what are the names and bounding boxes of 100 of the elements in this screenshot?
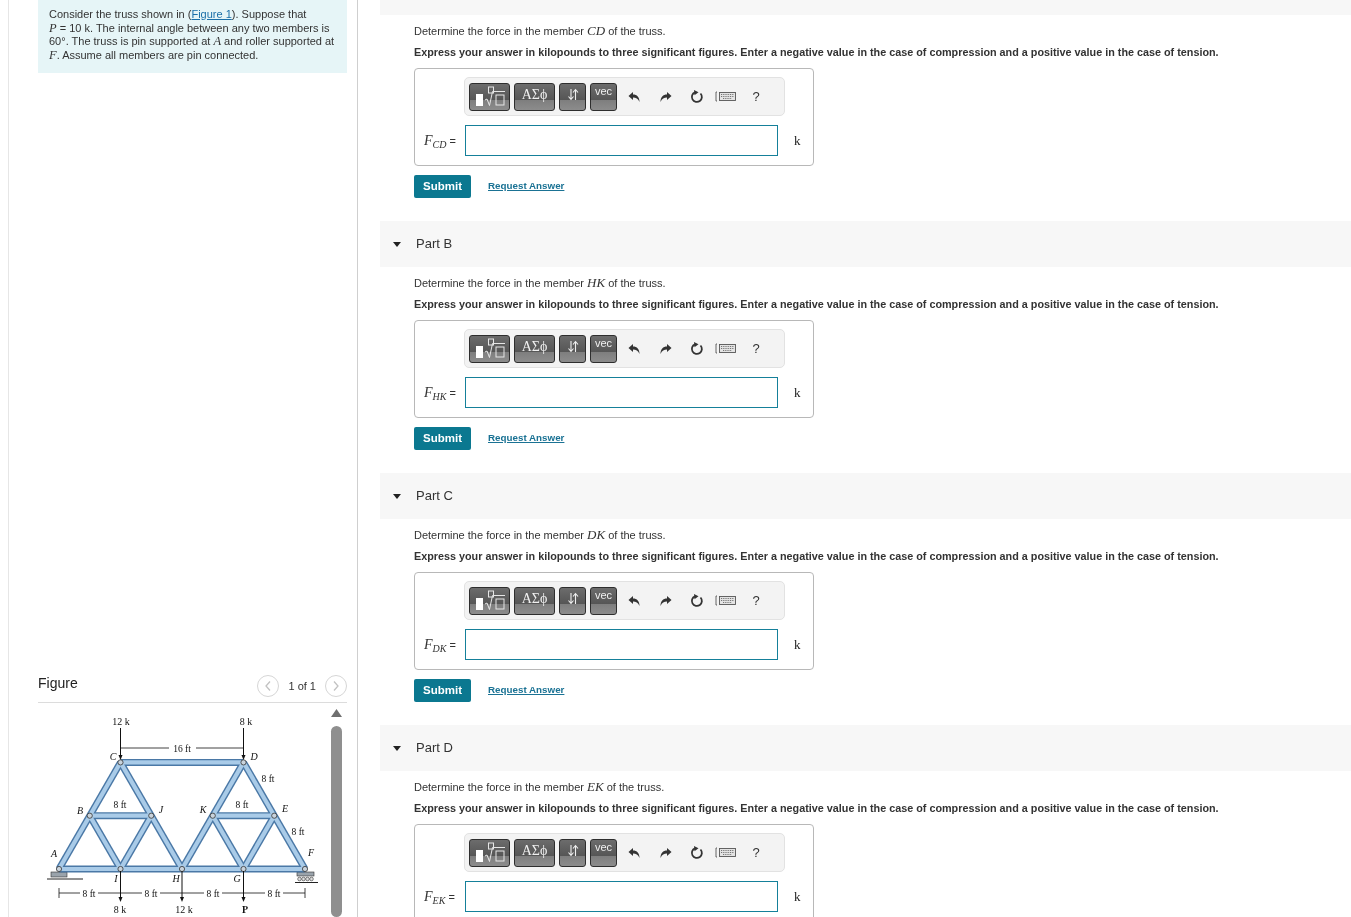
templates-button[interactable] bbox=[469, 82, 510, 111]
symbols-button[interactable]: ΑΣϕ bbox=[514, 838, 555, 867]
arrows-button[interactable] bbox=[559, 82, 586, 111]
symbols-button[interactable]: ΑΣϕ bbox=[514, 334, 555, 363]
keyboard-icon[interactable] bbox=[715, 91, 737, 102]
answer-input[interactable] bbox=[465, 881, 778, 912]
help-button[interactable]: ? bbox=[740, 338, 772, 359]
answer-input[interactable] bbox=[465, 629, 778, 660]
up-down-arrows-icon bbox=[566, 843, 579, 857]
vector-button[interactable]: vec bbox=[590, 586, 617, 615]
dimension-label: 8 ft bbox=[261, 774, 275, 784]
caret-down-icon[interactable] bbox=[393, 745, 401, 751]
part-header[interactable]: Part B bbox=[380, 221, 1351, 267]
symbols-button[interactable]: ΑΣϕ bbox=[514, 586, 555, 615]
joint-label: A bbox=[50, 848, 58, 859]
dimension-label: 8 ft bbox=[113, 800, 127, 810]
caret-down-icon[interactable] bbox=[393, 493, 401, 499]
unit-label: k bbox=[794, 635, 801, 654]
undo-icon[interactable] bbox=[627, 594, 640, 607]
answer-label: F$_{DK}$ = bbox=[423, 636, 457, 655]
request-answer-link[interactable]: Request Answer bbox=[488, 179, 565, 194]
symbols-button[interactable]: ΑΣϕ bbox=[514, 82, 555, 111]
unit-label: k bbox=[794, 131, 801, 150]
dimension-label: 8 ft bbox=[144, 888, 158, 899]
joint-label: K bbox=[199, 804, 207, 815]
redo-icon[interactable] bbox=[659, 342, 672, 355]
dimension-label: 8 ft bbox=[291, 827, 305, 837]
load-label: 8 k bbox=[239, 716, 253, 727]
unit-label: k bbox=[794, 383, 801, 402]
figure-link[interactable]: Figure 1 bbox=[191, 8, 232, 20]
load-label: 12 k bbox=[112, 716, 130, 727]
templates-button[interactable] bbox=[469, 334, 510, 363]
answer-label: F$_{EK}$ = bbox=[423, 888, 456, 907]
arrows-button[interactable] bbox=[559, 334, 586, 363]
part-header[interactable]: Part D bbox=[380, 725, 1351, 771]
reset-icon[interactable] bbox=[689, 89, 704, 104]
help-button[interactable]: ? bbox=[740, 590, 772, 611]
part-title: Part B bbox=[416, 235, 453, 254]
part-title: Part D bbox=[416, 739, 453, 758]
arrows-button[interactable] bbox=[559, 586, 586, 615]
undo-icon[interactable] bbox=[627, 90, 640, 103]
redo-icon[interactable] bbox=[659, 594, 672, 607]
answer-input[interactable] bbox=[465, 125, 778, 156]
answer-label: F$_{CD}$ = bbox=[423, 132, 457, 151]
load-label: P bbox=[241, 904, 249, 915]
joint-label: C bbox=[109, 751, 117, 762]
question-text: Determine the force in the member EK of the truss. bbox=[414, 779, 666, 795]
instructions-text: Express your answer in kilopounds to three significant figures. Enter a negative value in the case of compression and a positive value in the case of tension. bbox=[414, 297, 1220, 312]
vector-button[interactable]: vec bbox=[590, 334, 617, 363]
load-label: 8 k bbox=[113, 904, 127, 915]
redo-icon[interactable] bbox=[659, 90, 672, 103]
up-down-arrows-icon bbox=[566, 339, 579, 353]
answer-input[interactable] bbox=[465, 377, 778, 408]
templates-button[interactable] bbox=[469, 586, 510, 615]
templates-button[interactable] bbox=[469, 838, 510, 867]
reset-icon[interactable] bbox=[689, 593, 704, 608]
part-header[interactable]: Part C bbox=[380, 473, 1351, 519]
load-label: 12 k bbox=[175, 904, 193, 915]
help-button[interactable]: ? bbox=[740, 842, 772, 863]
fraction-root-icon bbox=[473, 589, 506, 612]
question-text: Determine the force in the member HK of the truss. bbox=[414, 275, 667, 291]
figure-title: Figure bbox=[38, 675, 78, 691]
instructions-text: Express your answer in kilopounds to three significant figures. Enter a negative value in the case of compression and a positive value in the case of tension. bbox=[414, 45, 1220, 60]
dimension-label: 8 ft bbox=[82, 888, 96, 899]
unit-label: k bbox=[794, 887, 801, 906]
redo-icon[interactable] bbox=[659, 846, 672, 859]
problem-statement: Consider the truss shown in (Figure 1). Suppose that P = 10 k. The internal angle between any two members is 60°. The truss is pin supported at A and roller supported at F. Assume all members are pin connected. bbox=[49, 8, 336, 62]
scrollbar-thumb[interactable] bbox=[330, 726, 342, 917]
submit-button[interactable]: Submit bbox=[414, 427, 471, 450]
reset-icon[interactable] bbox=[689, 341, 704, 356]
question-text: Determine the force in the member CD of the truss. bbox=[414, 23, 667, 39]
joint-label: F bbox=[307, 847, 315, 858]
part-title: Part C bbox=[416, 487, 453, 506]
joint-label: H bbox=[172, 873, 180, 884]
scroll-up-icon[interactable] bbox=[330, 709, 342, 717]
up-down-arrows-icon bbox=[566, 591, 579, 605]
dimension-label: 8 ft bbox=[267, 888, 281, 899]
submit-button[interactable]: Submit bbox=[414, 175, 471, 198]
keyboard-icon[interactable] bbox=[715, 847, 737, 858]
joint-label: I bbox=[114, 873, 118, 884]
vector-button[interactable]: vec bbox=[590, 838, 617, 867]
submit-button[interactable]: Submit bbox=[414, 679, 471, 702]
help-button[interactable]: ? bbox=[740, 86, 772, 107]
caret-down-icon[interactable] bbox=[393, 241, 401, 247]
page-counter: 1 of 1 bbox=[288, 678, 316, 694]
request-answer-link[interactable]: Request Answer bbox=[488, 431, 565, 446]
fraction-root-icon bbox=[473, 841, 506, 864]
arrows-button[interactable] bbox=[559, 838, 586, 867]
joint-label: J bbox=[158, 804, 164, 815]
fraction-root-icon bbox=[473, 337, 506, 360]
joint-label: B bbox=[76, 805, 84, 816]
joint-label: G bbox=[233, 873, 241, 884]
dimension-label: 8 ft bbox=[206, 888, 220, 899]
undo-icon[interactable] bbox=[627, 342, 640, 355]
reset-icon[interactable] bbox=[689, 845, 704, 860]
request-answer-link[interactable]: Request Answer bbox=[488, 683, 565, 698]
undo-icon[interactable] bbox=[627, 846, 640, 859]
keyboard-icon[interactable] bbox=[715, 343, 737, 354]
keyboard-icon[interactable] bbox=[715, 595, 737, 606]
vector-button[interactable]: vec bbox=[590, 82, 617, 111]
